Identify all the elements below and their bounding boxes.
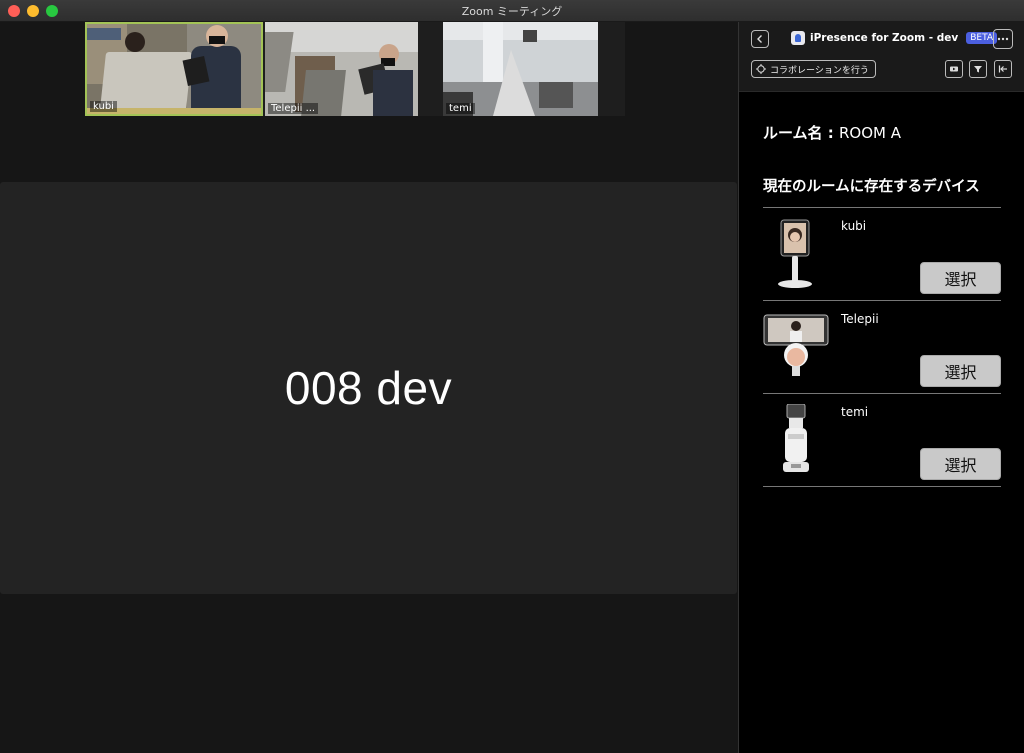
room-name: ROOM A <box>839 124 902 142</box>
app-name: iPresence for Zoom - dev <box>810 32 959 44</box>
device-row-kubi: kubi 選択 <box>763 208 1001 301</box>
back-button[interactable] <box>751 30 769 48</box>
thumbnail-label: temi <box>446 103 475 114</box>
minimize-window-button[interactable] <box>27 5 39 17</box>
video-feed-telepii <box>265 22 418 116</box>
select-device-button[interactable]: 選択 <box>920 355 1001 387</box>
filter-button[interactable] <box>969 60 987 78</box>
video-button[interactable] <box>945 60 963 78</box>
thumbnail-label: Telepii ... <box>268 103 319 114</box>
window-controls <box>8 5 58 17</box>
maximize-window-button[interactable] <box>46 5 58 17</box>
device-list: kubi 選択 Telepii 選択 temi 選択 <box>763 207 1001 487</box>
title-bar: Zoom ミーティング <box>0 0 1024 22</box>
select-device-button[interactable]: 選択 <box>920 448 1001 480</box>
app-logo-icon <box>791 31 805 45</box>
video-thumbnail-strip: kubi Telepii ... temi <box>85 22 625 116</box>
select-device-button[interactable]: 選択 <box>920 262 1001 294</box>
room-name-line: ルーム名 : ROOM A <box>763 122 901 143</box>
window-title: Zoom ミーティング <box>461 4 563 18</box>
collapse-panel-button[interactable] <box>994 60 1012 78</box>
device-row-telepii: Telepii 選択 <box>763 301 1001 394</box>
video-thumbnail-temi[interactable]: temi <box>443 22 598 116</box>
video-icon <box>950 66 958 72</box>
back-icon <box>757 35 762 43</box>
device-name: Telepii <box>841 312 879 326</box>
app-side-panel: iPresence for Zoom - dev BETA コラボレーションを行… <box>738 22 1024 753</box>
speaker-name: 008 dev <box>284 362 453 414</box>
thumbnail-label: kubi <box>90 101 117 112</box>
video-thumbnail-telepii[interactable]: Telepii ... <box>265 22 418 116</box>
collab-icon <box>756 64 766 74</box>
panel-header: iPresence for Zoom - dev BETA コラボレーションを行… <box>739 22 1024 92</box>
kubi-robot-image <box>763 218 829 290</box>
device-name: kubi <box>841 219 867 233</box>
meeting-area: kubi Telepii ... temi 008 dev <box>0 22 738 753</box>
video-feed-temi <box>443 22 598 116</box>
room-name-prefix: ルーム名 : <box>763 124 839 142</box>
device-name: temi <box>841 405 869 419</box>
device-list-title: 現在のルームに存在するデバイス <box>763 179 980 195</box>
telepii-robot-image <box>763 311 829 383</box>
close-window-button[interactable] <box>8 5 20 17</box>
collapse-icon <box>998 65 1007 73</box>
temi-robot-image <box>763 404 829 476</box>
device-row-temi: temi 選択 <box>763 394 1001 487</box>
collaborate-label: コラボレーションを行う <box>770 65 869 76</box>
filter-icon <box>974 66 982 73</box>
video-thumbnail-kubi[interactable]: kubi <box>85 22 263 116</box>
more-icon <box>997 37 1009 41</box>
collaborate-button[interactable]: コラボレーションを行う <box>751 60 876 78</box>
more-options-button[interactable] <box>993 29 1013 49</box>
active-speaker-tile[interactable]: 008 dev <box>0 182 737 594</box>
app-title-group: iPresence for Zoom - dev BETA <box>791 31 998 45</box>
